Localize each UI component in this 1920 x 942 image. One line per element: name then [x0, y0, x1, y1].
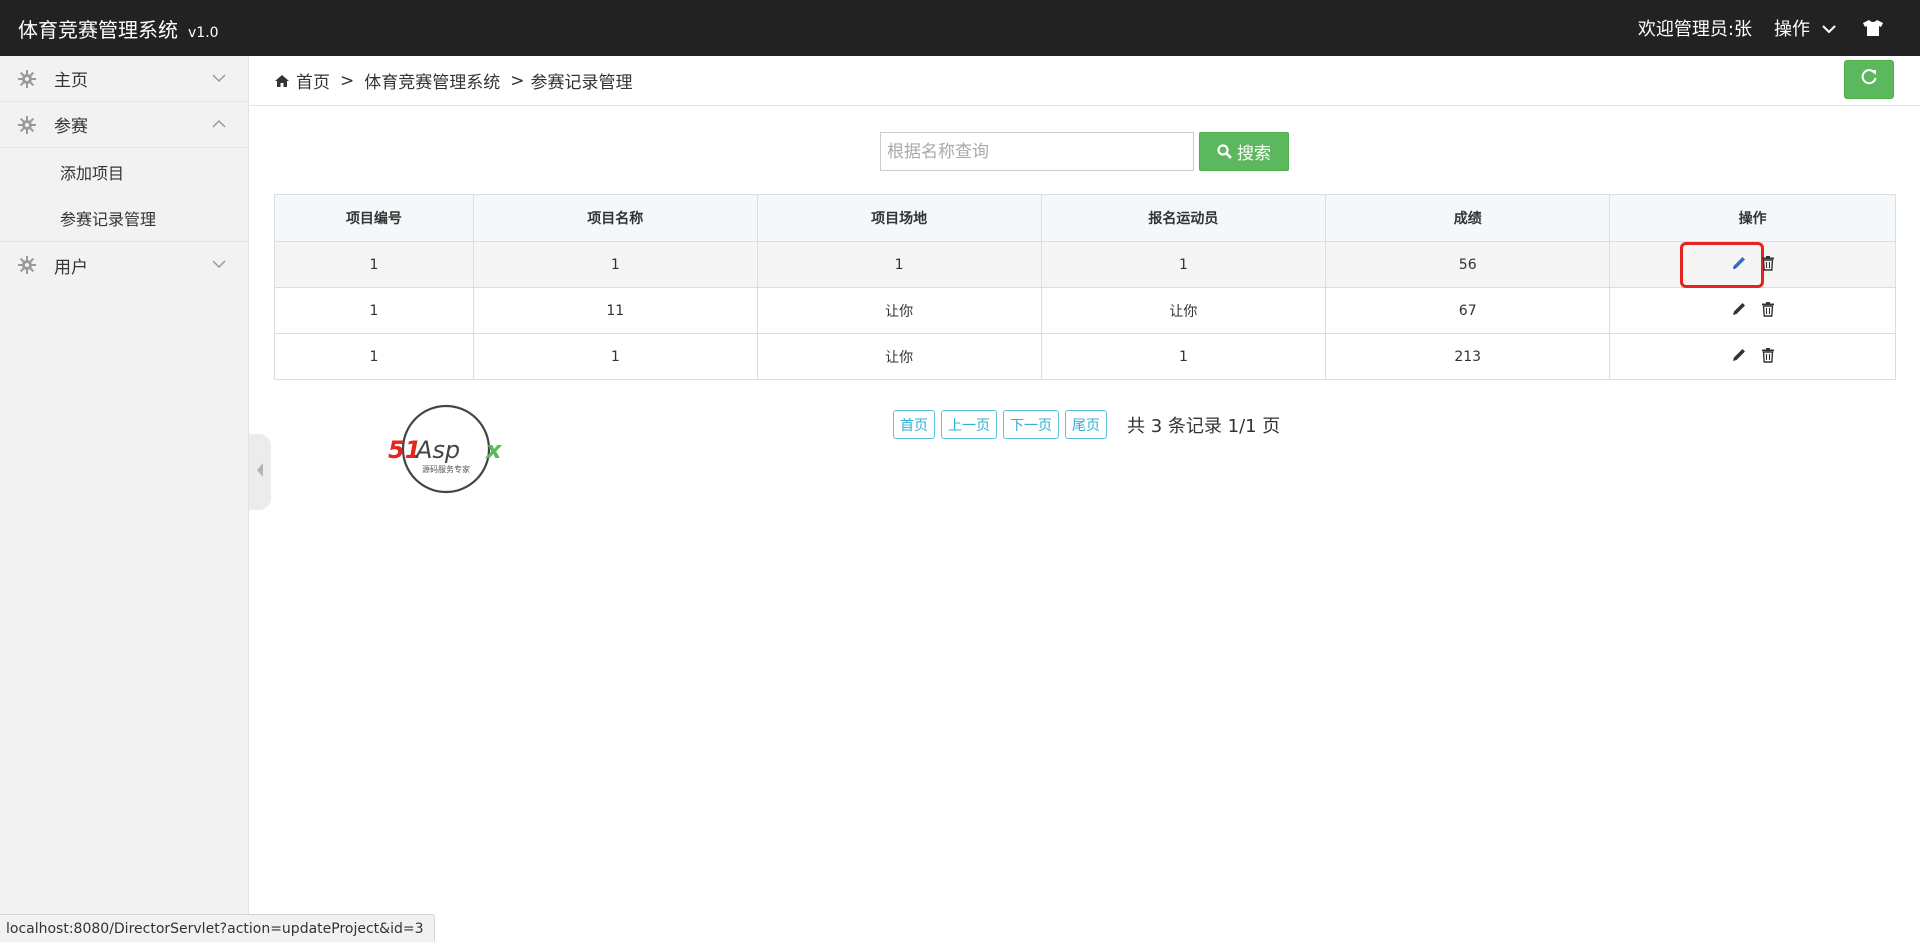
column-header: 项目编号 [274, 194, 474, 242]
table-cell: 11 [472, 287, 758, 334]
table-cell: 1 [756, 241, 1042, 288]
sidebar-item-competition[interactable]: 参赛 [0, 102, 248, 148]
page-first-button[interactable]: 首页 [893, 410, 935, 439]
page-last-button[interactable]: 尾页 [1065, 410, 1107, 439]
table-cell: 1 [274, 287, 474, 334]
table-cell: 1 [472, 333, 758, 380]
column-header: 项目场地 [756, 194, 1042, 242]
sidebar-item-users[interactable]: 用户 [0, 242, 248, 288]
edit-pencil-icon[interactable] [1731, 347, 1747, 363]
search-button[interactable]: 搜索 [1199, 132, 1289, 171]
trash-icon[interactable] [1761, 347, 1775, 363]
chevron-down-icon [212, 73, 226, 83]
table-cell-actions [1609, 333, 1896, 380]
operations-label: 操作 [1774, 19, 1810, 40]
gear-icon [18, 115, 36, 134]
breadcrumb-current: 参赛记录管理 [530, 73, 633, 93]
trash-icon[interactable] [1761, 301, 1775, 317]
breadcrumb-home[interactable]: 首页 [296, 68, 330, 93]
table-cell-actions [1609, 287, 1896, 334]
table-row: 1 1 1 1 56 [274, 241, 1896, 288]
sidebar-subitem-label: 参赛记录管理 [60, 210, 157, 229]
edit-pencil-icon[interactable] [1731, 255, 1747, 271]
edit-pencil-icon[interactable] [1731, 301, 1747, 317]
table-cell: 67 [1325, 287, 1611, 334]
search-button-label: 搜索 [1237, 144, 1271, 164]
top-navbar: 体育竞赛管理系统 v1.0 欢迎管理员:张 操作 [0, 0, 1920, 56]
logo-text-x: x [485, 436, 503, 464]
search-icon [1217, 144, 1232, 159]
watermark-logo: 51 Asp x 源码服务专家 [386, 402, 516, 496]
sidebar-subitem-record-management[interactable]: 参赛记录管理 [0, 195, 248, 242]
gear-icon [18, 69, 36, 88]
brand[interactable]: 体育竞赛管理系统 v1.0 [18, 14, 219, 43]
chevron-down-icon [212, 259, 226, 269]
search-input[interactable] [880, 132, 1194, 171]
column-header: 项目名称 [472, 194, 758, 242]
welcome-text: 欢迎管理员:张 [1637, 19, 1752, 40]
records-table: 项目编号 项目名称 项目场地 报名运动员 成绩 操作 1 1 1 1 56 1 … [274, 194, 1896, 380]
table-header-row: 项目编号 项目名称 项目场地 报名运动员 成绩 操作 [274, 194, 1896, 242]
logo-subtitle: 源码服务专家 [422, 464, 470, 474]
pagination-info: 共 3 条记录 1/1 页 [1127, 415, 1281, 437]
sidebar-item-label: 参赛 [54, 117, 88, 137]
logo-text-asp: Asp [414, 436, 460, 464]
search-bar: 搜索 [880, 132, 1289, 171]
table-cell: 213 [1325, 333, 1611, 380]
chevron-down-icon [1822, 18, 1836, 39]
column-header: 成绩 [1325, 194, 1611, 242]
pagination: 首页 上一页 下一页 尾页 共 3 条记录 1/1 页 [893, 410, 1280, 439]
refresh-icon [1860, 68, 1878, 91]
breadcrumb: 首页 > 体育竞赛管理系统 > 参赛记录管理 [250, 56, 1920, 106]
breadcrumb-separator: > [340, 70, 355, 91]
sidebar-item-home[interactable]: 主页 [0, 56, 248, 102]
theme-shirt-icon[interactable] [1862, 19, 1884, 37]
table-cell: 让你 [1040, 287, 1327, 334]
chevron-up-icon [212, 119, 226, 129]
sidebar-item-label: 用户 [54, 257, 88, 278]
trash-icon[interactable] [1761, 255, 1775, 271]
table-cell: 56 [1325, 241, 1611, 288]
sidebar: 主页 参赛 添加项目 参赛记录管理 用户 [0, 56, 249, 942]
table-cell-actions [1609, 241, 1896, 288]
operations-dropdown[interactable]: 操作 [1774, 15, 1836, 41]
table-cell: 1 [1040, 333, 1327, 380]
table-cell: 让你 [756, 287, 1042, 334]
table-cell: 1 [274, 241, 474, 288]
page-next-button[interactable]: 下一页 [1003, 410, 1059, 439]
breadcrumb-separator: > [510, 70, 525, 91]
table-cell: 1 [1040, 241, 1327, 288]
column-header: 报名运动员 [1040, 194, 1327, 242]
app-title: 体育竞赛管理系统 [18, 17, 178, 42]
table-cell: 1 [472, 241, 758, 288]
refresh-button[interactable] [1844, 60, 1894, 99]
sidebar-item-label: 主页 [54, 71, 88, 91]
table-cell: 1 [274, 333, 474, 380]
sidebar-subitem-label: 添加项目 [60, 163, 125, 183]
browser-status-url: localhost:8080/DirectorServlet?action=up… [0, 914, 435, 942]
table-cell: 让你 [756, 333, 1042, 380]
app-version: v1.0 [188, 24, 219, 41]
sidebar-subitem-add-project[interactable]: 添加项目 [0, 148, 248, 195]
column-header: 操作 [1609, 194, 1896, 242]
table-row: 1 11 让你 让你 67 [274, 287, 1896, 334]
page-prev-button[interactable]: 上一页 [941, 410, 997, 439]
home-icon [274, 74, 290, 88]
breadcrumb-system[interactable]: 体育竞赛管理系统 [364, 68, 500, 93]
main-content: 首页 > 体育竞赛管理系统 > 参赛记录管理 搜索 项目编号 项目名称 项目场地… [250, 56, 1920, 942]
gear-icon [18, 256, 36, 274]
table-row: 1 1 让你 1 213 [274, 333, 1896, 380]
